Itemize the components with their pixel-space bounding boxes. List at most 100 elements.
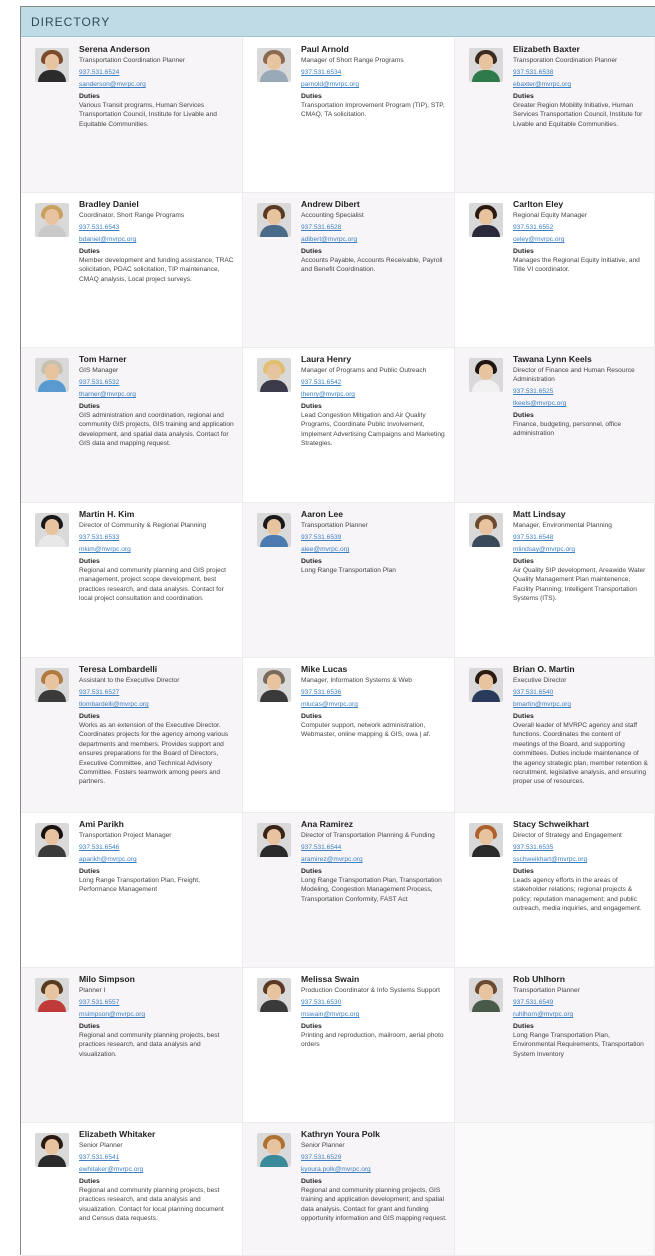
duties-label: Duties	[513, 558, 534, 565]
staff-phone-link[interactable]: 937.531.6552	[513, 223, 648, 232]
staff-title: Transportation Coordination Planner	[79, 57, 186, 64]
staff-duties: Air Quality SIP development, Areawide Wa…	[513, 567, 646, 603]
duties-label: Duties	[513, 1023, 534, 1030]
staff-photo	[469, 48, 503, 82]
staff-card: Andrew Dibert Accounting Specialist 937.53…	[243, 193, 455, 348]
staff-duties: Finance, budgeting, personnel, office ad…	[513, 421, 622, 438]
staff-card: Bradley Daniel Coordinator, Short Range P…	[21, 193, 243, 348]
staff-phone-link[interactable]: 937.531.6535	[513, 843, 648, 852]
staff-phone-link[interactable]: 937.531.6542	[301, 378, 448, 387]
staff-card: Kathryn Youra Polk Senior Planner 937.531.…	[243, 1123, 455, 1256]
staff-name: Serena Anderson	[79, 44, 150, 54]
staff-name: Ana Ramirez	[301, 819, 354, 829]
staff-phone-link[interactable]: 937.531.6532	[79, 378, 236, 387]
staff-card: Aaron Lee Transportation Planner 937.531.6…	[243, 503, 455, 658]
staff-email-link[interactable]: tharner@mvrpc.org	[79, 390, 236, 399]
staff-duties: Long Range Transportation Plan, Freight,…	[79, 877, 200, 894]
directory-title: DIRECTORY	[31, 14, 111, 29]
staff-email-link[interactable]: parnold@mvrpc.org	[301, 80, 448, 89]
duties-label: Duties	[79, 868, 100, 875]
staff-name: Milo Simpson	[79, 974, 135, 984]
staff-duties: Regional and community planning projects…	[79, 1032, 220, 1058]
staff-phone-link[interactable]: 937.531.6533	[79, 533, 236, 542]
staff-title: Senior Planner	[301, 1142, 345, 1149]
staff-email-link[interactable]: sschweikhart@mvrpc.org	[513, 855, 648, 864]
staff-email-link[interactable]: msimpson@mvrpc.org	[79, 1010, 236, 1019]
staff-email-link[interactable]: mlindsay@mvrpc.org	[513, 545, 648, 554]
staff-email-link[interactable]: alee@mvrpc.org	[301, 545, 448, 554]
staff-title: GIS Manager	[79, 367, 119, 374]
staff-phone-link[interactable]: 937.531.6540	[513, 688, 648, 697]
staff-phone-link[interactable]: 937.531.6534	[301, 68, 448, 77]
staff-phone-link[interactable]: 937.531.6536	[301, 688, 448, 697]
staff-card: Rob Uhlhorn Transportation Planner 937.531…	[455, 968, 655, 1123]
staff-email-link[interactable]: mkim@mvrpc.org	[79, 545, 236, 554]
staff-card: Milo Simpson Planner I 937.531.6557 msimpso…	[21, 968, 243, 1123]
staff-email-link[interactable]: bdaniel@mvrpc.org	[79, 235, 236, 244]
staff-photo	[469, 668, 503, 702]
staff-duties: Works as an extension of the Executive D…	[79, 722, 229, 786]
staff-photo	[469, 203, 503, 237]
staff-email-link[interactable]: tlombardelli@mvrpc.org	[79, 700, 236, 709]
staff-phone-link[interactable]: 937.531.6530	[301, 998, 448, 1007]
staff-phone-link[interactable]: 937.531.6528	[301, 223, 448, 232]
staff-card: Matt Lindsay Manager, Environmental Plann…	[455, 503, 655, 658]
staff-phone-link[interactable]: 937.531.6549	[513, 998, 648, 1007]
staff-title: Transportation Planner	[301, 522, 368, 529]
duties-label: Duties	[79, 558, 100, 565]
staff-email-link[interactable]: kyoura.polk@mvrpc.org	[301, 1165, 448, 1174]
staff-duties: GIS administration and coordination, reg…	[79, 412, 234, 448]
staff-title: Transporation Coordination Planner	[513, 57, 618, 64]
staff-phone-link[interactable]: 937.531.6548	[513, 533, 648, 542]
staff-email-link[interactable]: ruhlhorn@mvrpc.org	[513, 1010, 648, 1019]
staff-email-link[interactable]: tkeels@mvrpc.org	[513, 399, 648, 408]
staff-name: Elizabeth Whitaker	[79, 1129, 156, 1139]
staff-email-link[interactable]: mswain@mvrpc.org	[301, 1010, 448, 1019]
staff-photo	[35, 823, 69, 857]
staff-photo	[35, 48, 69, 82]
staff-email-link[interactable]: aparikh@mvrpc.org	[79, 855, 236, 864]
empty-cell	[455, 1123, 655, 1256]
staff-card: Brian O. Martin Executive Director 937.531…	[455, 658, 655, 813]
staff-card: Melissa Swain Production Coordinator & In…	[243, 968, 455, 1123]
staff-photo	[469, 978, 503, 1012]
staff-phone-link[interactable]: 937.531.6524	[79, 68, 236, 77]
staff-title: Manager, Environmental Planning	[513, 522, 612, 529]
staff-phone-link[interactable]: 937.531.6539	[301, 533, 448, 542]
staff-email-link[interactable]: aramirez@mvrpc.org	[301, 855, 448, 864]
staff-photo	[257, 1133, 291, 1167]
staff-card: Serena Anderson Transportation Coordinati…	[21, 38, 243, 193]
staff-name: Paul Arnold	[301, 44, 349, 54]
staff-name: Matt Lindsay	[513, 509, 566, 519]
staff-duties: Long Range Transportation Plan, Transpor…	[301, 877, 442, 903]
staff-card: Elizabeth Whitaker Senior Planner 937.531.…	[21, 1123, 243, 1256]
staff-phone-link[interactable]: 937.531.6546	[79, 843, 236, 852]
staff-phone-link[interactable]: 937.531.6529	[301, 1153, 448, 1162]
staff-card: Elizabeth Baxter Transporation Coordinati…	[455, 38, 655, 193]
staff-phone-link[interactable]: 937.531.6538	[513, 68, 648, 77]
staff-email-link[interactable]: adibert@mvrpc.org	[301, 235, 448, 244]
duties-label: Duties	[301, 248, 322, 255]
staff-email-link[interactable]: lhenry@mvrpc.org	[301, 390, 448, 399]
staff-phone-link[interactable]: 937.531.6557	[79, 998, 236, 1007]
staff-photo	[35, 358, 69, 392]
staff-email-link[interactable]: bmartin@mvrpc.org	[513, 700, 648, 709]
staff-phone-link[interactable]: 937.531.6544	[301, 843, 448, 852]
staff-email-link[interactable]: mlucas@mvrpc.org	[301, 700, 448, 709]
staff-card: Teresa Lombardelli Assistant to the Execu…	[21, 658, 243, 813]
duties-label: Duties	[513, 93, 534, 100]
staff-email-link[interactable]: celey@mvrpc.org	[513, 235, 648, 244]
staff-phone-link[interactable]: 937.531.6543	[79, 223, 236, 232]
staff-duties: Member development and funding assistanc…	[79, 257, 234, 283]
staff-name: Melissa Swain	[301, 974, 360, 984]
staff-title: Regional Equity Manager	[513, 212, 588, 219]
duties-label: Duties	[301, 713, 322, 720]
staff-email-link[interactable]: ewhitaker@mvrpc.org	[79, 1165, 236, 1174]
staff-phone-link[interactable]: 937.531.6527	[79, 688, 236, 697]
staff-phone-link[interactable]: 937.531.6541	[79, 1153, 236, 1162]
staff-title: Assistant to the Executive Director	[79, 677, 180, 684]
staff-phone-link[interactable]: 937.531.6525	[513, 387, 648, 396]
staff-email-link[interactable]: ebaxter@mvrpc.org	[513, 80, 648, 89]
staff-card: Carlton Eley Regional Equity Manager 937.5…	[455, 193, 655, 348]
staff-email-link[interactable]: sanderson@mvrpc.org	[79, 80, 236, 89]
